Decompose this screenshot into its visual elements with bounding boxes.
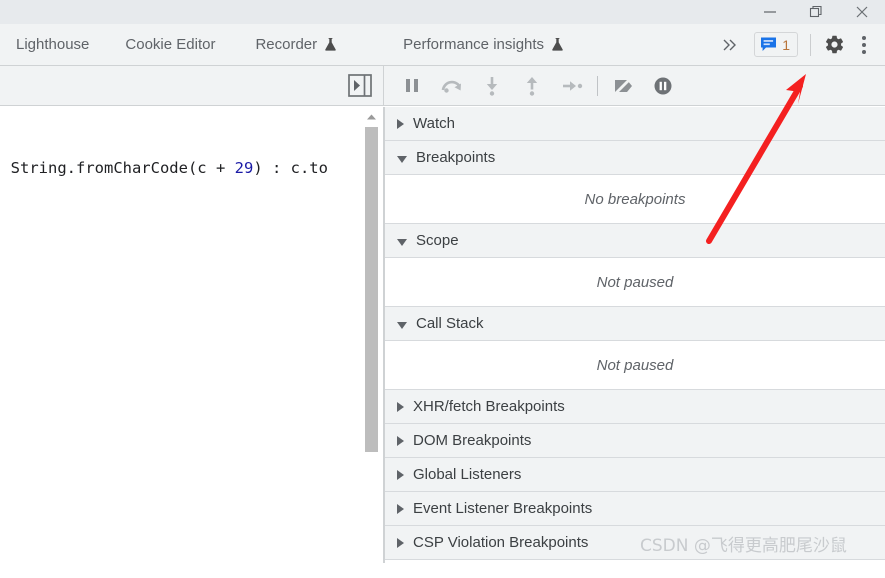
pause-on-exceptions-button[interactable] [643, 66, 683, 106]
step-icon [563, 81, 583, 91]
pause-script-button[interactable] [392, 66, 432, 106]
step-button[interactable] [552, 66, 592, 106]
section-event-listener-breakpoints[interactable]: Event Listener Breakpoints [385, 492, 885, 526]
chevron-double-right-icon [723, 39, 737, 50]
debugger-controls-divider [597, 76, 598, 96]
gear-icon [825, 35, 843, 54]
tab-label: Performance insights [403, 36, 545, 53]
empty-message: Not paused [596, 356, 674, 374]
show-navigator-icon [348, 74, 372, 97]
empty-message: Not paused [596, 273, 674, 291]
kebab-dot [862, 35, 866, 40]
step-out-icon [526, 77, 538, 96]
code-number-literal: 29 [234, 159, 254, 177]
section-title: CSP Violation Breakpoints [413, 534, 589, 551]
section-xhr-fetch-breakpoints[interactable]: XHR/fetch Breakpoints [385, 390, 885, 424]
tab-label: Cookie Editor [125, 36, 216, 53]
tab-label: Lighthouse [16, 36, 90, 53]
section-title: XHR/fetch Breakpoints [413, 398, 565, 415]
section-title: DOM Breakpoints [413, 432, 532, 449]
kebab-dot [862, 42, 866, 47]
kebab-dot [862, 49, 866, 54]
section-title: Global Listeners [413, 466, 522, 483]
tab-cookie-editor[interactable]: Cookie Editor [103, 24, 229, 66]
scroll-up-arrow-icon [367, 114, 376, 120]
section-global-listeners[interactable]: Global Listeners [385, 458, 885, 492]
devtools-window: Lighthouse Cookie Editor Recorder Perfor… [0, 0, 885, 578]
scroll-up-button[interactable] [363, 109, 380, 125]
section-watch[interactable]: Watch [385, 107, 885, 141]
tab-recorder[interactable]: Recorder [229, 24, 351, 66]
section-title: Event Listener Breakpoints [413, 500, 593, 517]
code-suffix: ) : c.to [253, 159, 328, 177]
pause-on-exceptions-icon [654, 77, 672, 95]
step-into-button[interactable] [472, 66, 512, 106]
console-message-icon [761, 37, 777, 51]
section-breakpoints[interactable]: Breakpoints [385, 141, 885, 175]
breakpoints-empty-row: No breakpoints [385, 175, 885, 224]
console-message-badge[interactable]: 1 [754, 32, 798, 57]
devtools-tab-bar: Lighthouse Cookie Editor Recorder Perfor… [0, 24, 885, 66]
section-dom-breakpoints[interactable]: DOM Breakpoints [385, 424, 885, 458]
deactivate-breakpoints-icon [614, 77, 632, 95]
chevron-down-icon [397, 321, 407, 329]
deactivate-breakpoints-button[interactable] [603, 66, 643, 106]
step-over-icon [441, 80, 461, 93]
minimize-button[interactable] [747, 0, 793, 24]
step-out-button[interactable] [512, 66, 552, 106]
empty-message: No breakpoints [584, 190, 686, 208]
section-title: Scope [416, 232, 459, 249]
code-prefix: ? String.fromCharCode(c + [0, 159, 235, 177]
call-stack-empty-row: Not paused [385, 341, 885, 390]
pause-icon [406, 79, 418, 92]
more-tabs-button[interactable] [714, 24, 748, 66]
section-title: Call Stack [416, 315, 484, 332]
scrollbar-thumb[interactable] [365, 127, 378, 452]
source-code-editor[interactable]: ? String.fromCharCode(c + 29) : c.to [0, 107, 383, 563]
debugger-controls [392, 66, 683, 106]
chevron-right-icon [397, 469, 404, 480]
chevron-right-icon [397, 118, 404, 129]
toolbar-divider [810, 33, 811, 56]
chevron-right-icon [397, 435, 404, 446]
chevron-down-icon [397, 238, 407, 246]
editor-vertical-scrollbar[interactable] [362, 107, 380, 563]
chevron-down-icon [397, 155, 407, 163]
tab-label: Recorder [255, 36, 318, 53]
close-icon [856, 6, 868, 18]
code-line: ? String.fromCharCode(c + 29) : c.to [0, 159, 328, 177]
tab-lighthouse[interactable]: Lighthouse [0, 24, 103, 66]
toolbar-vertical-divider [383, 66, 384, 106]
tab-performance-insights[interactable]: Performance insights [351, 24, 578, 66]
experimental-flask-icon [325, 38, 336, 51]
section-call-stack[interactable]: Call Stack [385, 307, 885, 341]
step-over-button[interactable] [432, 66, 472, 106]
step-into-icon [486, 77, 498, 96]
window-title-bar [0, 0, 885, 24]
chevron-right-icon [397, 537, 404, 548]
debugger-sidebar-panel: Watch Breakpoints No breakpoints Scope N… [384, 107, 885, 578]
scope-empty-row: Not paused [385, 258, 885, 307]
section-scope[interactable]: Scope [385, 224, 885, 258]
restore-button[interactable] [793, 0, 839, 24]
close-button[interactable] [839, 0, 885, 24]
section-title: Watch [413, 115, 455, 132]
chevron-right-icon [397, 401, 404, 412]
more-options-button[interactable] [851, 28, 877, 62]
message-count: 1 [782, 36, 790, 53]
experimental-flask-icon [552, 38, 563, 51]
watermark-text: CSDN @飞得更高肥尾沙鼠 [640, 536, 847, 556]
show-navigator-button[interactable] [347, 73, 373, 98]
tab-bar-actions: 1 [714, 24, 885, 66]
section-title: Breakpoints [416, 149, 496, 166]
settings-button[interactable] [817, 28, 851, 62]
restore-icon [809, 5, 822, 18]
chevron-right-icon [397, 503, 404, 514]
minimize-icon [764, 11, 776, 13]
